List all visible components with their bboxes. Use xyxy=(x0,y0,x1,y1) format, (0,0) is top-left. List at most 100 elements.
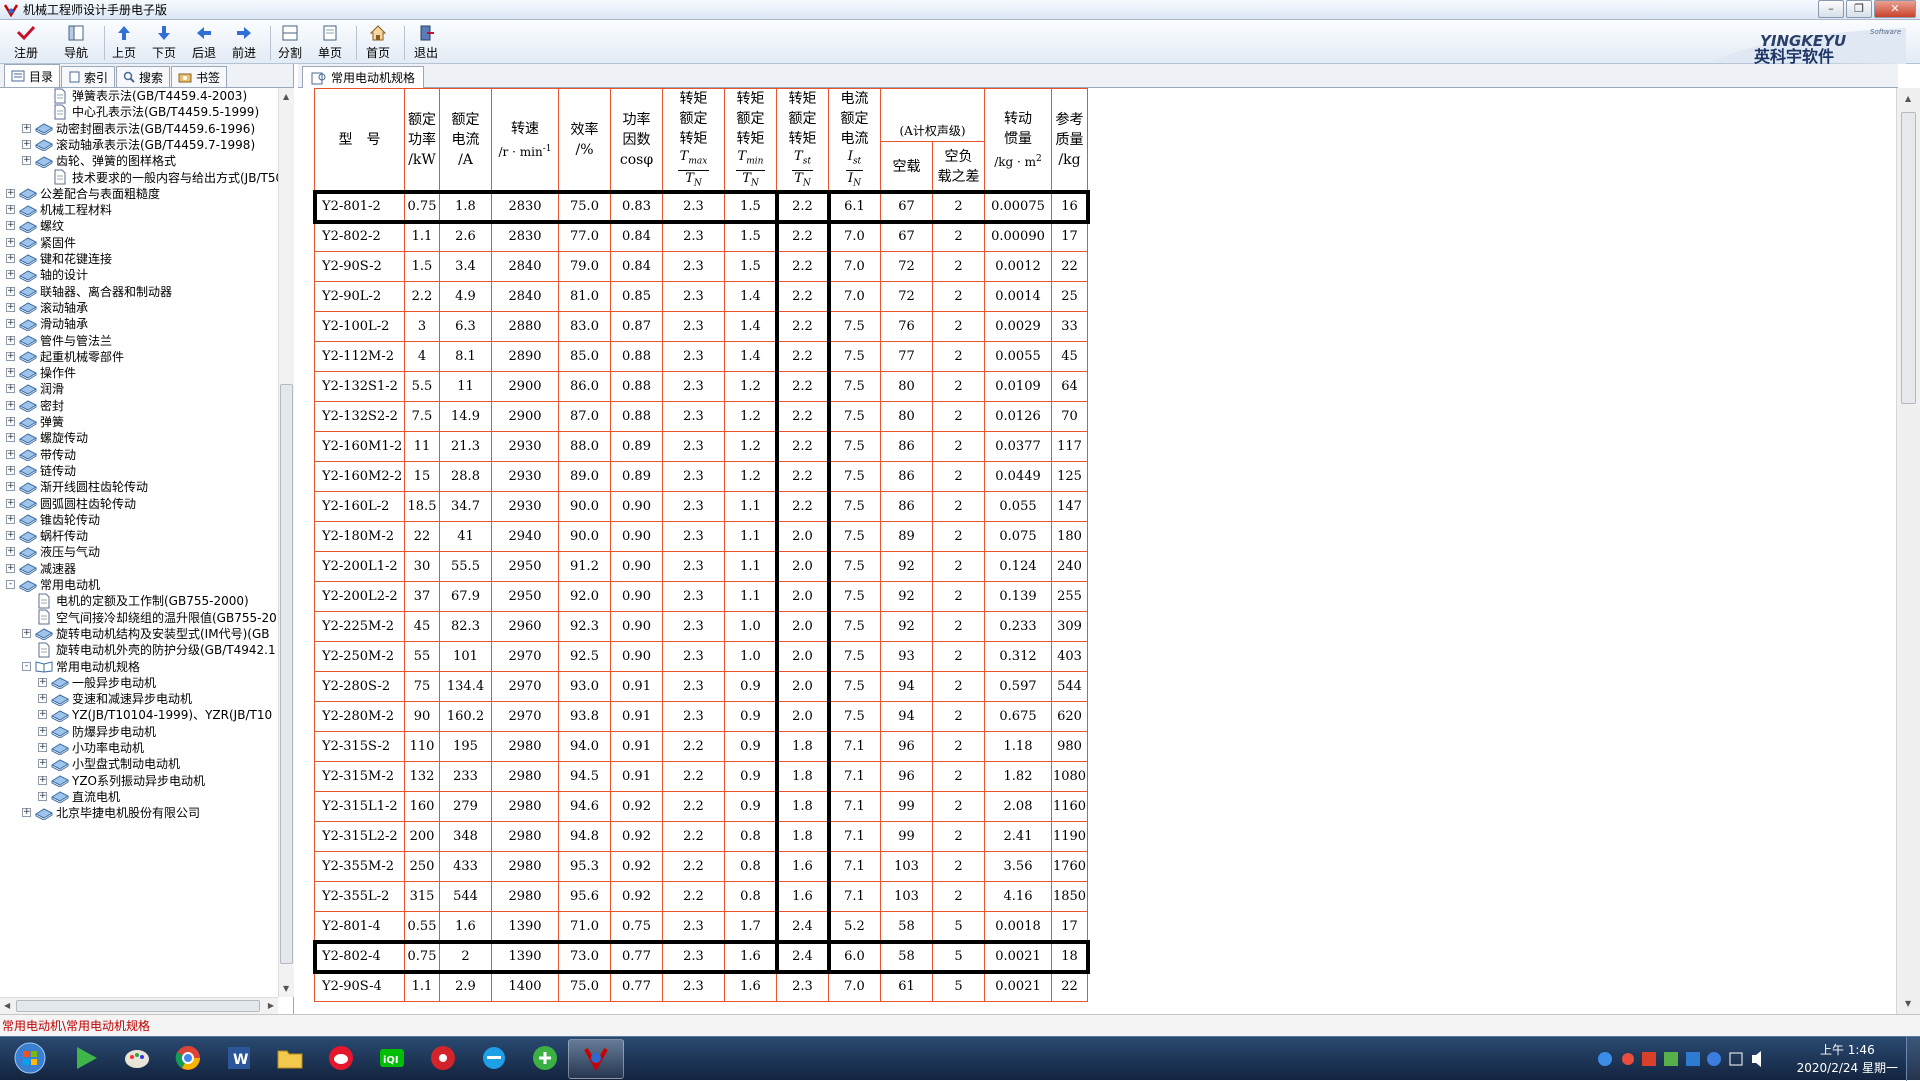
tab-search[interactable]: 搜索 xyxy=(116,66,171,87)
expand-icon[interactable]: + xyxy=(38,759,47,769)
tree-horizontal-scrollbar[interactable]: ◀ ▶ xyxy=(0,997,278,1014)
expand-icon[interactable]: + xyxy=(6,449,15,459)
cell-starting-torque-ratio: 2.0 xyxy=(776,581,829,613)
next-page-button[interactable]: 下页 xyxy=(146,22,182,62)
table-row: Y2-315L1-2 160 279 2980 94.6 0.92 2.2 0.9 1.8 7.1… xyxy=(314,791,1088,823)
cell-noise-idle: 72 xyxy=(880,281,933,313)
expand-icon[interactable]: + xyxy=(6,205,15,215)
expand-icon[interactable]: + xyxy=(6,563,15,573)
expand-icon[interactable]: + xyxy=(6,335,15,345)
cell-inertia: 0.0109 xyxy=(984,371,1052,403)
page-icon xyxy=(35,642,53,658)
expand-icon[interactable]: + xyxy=(6,270,15,280)
expand-icon[interactable]: + xyxy=(38,694,47,704)
start-button[interactable] xyxy=(2,1039,58,1079)
tab-motor-specs[interactable]: 常用电动机规格 xyxy=(302,66,425,88)
expand-icon[interactable]: + xyxy=(6,351,15,361)
expand-icon[interactable]: + xyxy=(6,237,15,247)
restore-button[interactable]: ❐ xyxy=(1846,0,1872,18)
page-icon xyxy=(51,169,69,185)
cell-power: 250 xyxy=(404,851,440,883)
expand-icon[interactable]: + xyxy=(6,547,15,557)
cell-starting-torque-ratio: 2.2 xyxy=(776,431,829,463)
taskbar-app-paint[interactable] xyxy=(109,1039,165,1079)
expand-icon[interactable]: + xyxy=(38,791,47,801)
expand-icon[interactable]: + xyxy=(38,710,47,720)
expand-icon[interactable]: + xyxy=(6,188,15,198)
expand-icon[interactable]: + xyxy=(6,465,15,475)
register-button[interactable]: 注册 xyxy=(8,22,44,62)
taskbar-app-word[interactable]: W xyxy=(211,1039,267,1079)
tab-bookmarks[interactable]: 书签 xyxy=(171,66,228,87)
clock[interactable]: 上午 1:46 2020/2/24 星期一 xyxy=(1797,1041,1898,1077)
tab-index[interactable]: 索引 xyxy=(61,66,116,87)
document-vertical-scrollbar[interactable]: ▲ ▼ xyxy=(1896,88,1920,1014)
forward-button[interactable]: 前进 xyxy=(226,22,262,62)
back-button[interactable]: 后退 xyxy=(186,22,222,62)
home-button[interactable]: 首页 xyxy=(360,22,396,62)
expand-icon[interactable]: + xyxy=(38,726,47,736)
show-desktop-button[interactable] xyxy=(1906,1037,1920,1081)
collapse-icon[interactable]: - xyxy=(22,661,31,671)
taskbar-app-media-player[interactable] xyxy=(58,1039,114,1079)
expand-icon[interactable]: + xyxy=(6,417,15,426)
tree-item[interactable]: + 北京毕捷电机股份有限公司 xyxy=(22,803,200,822)
expand-icon[interactable]: + xyxy=(6,531,15,541)
cell-mass: 70 xyxy=(1051,401,1088,433)
cell-efficiency: 94.0 xyxy=(558,731,611,763)
expand-icon[interactable]: + xyxy=(6,302,15,312)
close-button[interactable]: ✕ xyxy=(1874,0,1916,18)
taskbar-app-file-explorer[interactable] xyxy=(262,1039,318,1079)
expand-icon[interactable]: + xyxy=(22,628,31,638)
tab-contents[interactable]: 目录 xyxy=(4,64,61,87)
cell-max-torque-ratio: 2.3 xyxy=(662,191,725,223)
taskbar-app-iqiyi[interactable]: iQI xyxy=(364,1039,420,1079)
expand-icon[interactable]: + xyxy=(22,808,31,818)
expand-icon[interactable]: + xyxy=(6,514,15,524)
cell-inertia: 4.16 xyxy=(984,881,1052,913)
collapse-icon[interactable]: - xyxy=(6,580,15,589)
cell-inertia: 1.82 xyxy=(984,761,1052,793)
cell-efficiency: 75.0 xyxy=(558,191,611,223)
document-scroll-thumb[interactable] xyxy=(1901,112,1916,404)
expand-icon[interactable]: + xyxy=(22,123,31,133)
tree-scroll-thumb[interactable] xyxy=(280,384,293,964)
tree-hscroll-thumb[interactable] xyxy=(16,1000,260,1012)
expand-icon[interactable]: + xyxy=(6,482,15,492)
expand-icon[interactable]: + xyxy=(38,677,47,687)
split-button[interactable]: 分割 xyxy=(272,22,308,62)
prev-page-button[interactable]: 上页 xyxy=(106,22,142,62)
expand-icon[interactable]: + xyxy=(22,156,31,166)
expand-icon[interactable]: + xyxy=(38,775,47,785)
expand-icon[interactable]: + xyxy=(6,400,15,410)
taskbar-app-shield-browser[interactable] xyxy=(517,1039,573,1079)
taskbar-app-handbook-app[interactable] xyxy=(568,1039,624,1079)
taskbar-app-weibo[interactable] xyxy=(313,1039,369,1079)
taskbar-app-ie[interactable] xyxy=(466,1039,522,1079)
expand-icon[interactable]: + xyxy=(6,254,15,263)
single-page-button[interactable]: 单页 xyxy=(312,22,348,62)
cell-inertia: 1.18 xyxy=(984,731,1052,763)
cell-noise-idle: 76 xyxy=(880,311,933,343)
expand-icon[interactable]: + xyxy=(6,221,15,231)
tree-vertical-scrollbar[interactable]: ▲ ▼ xyxy=(278,88,294,997)
expand-icon[interactable]: + xyxy=(6,368,15,378)
expand-icon[interactable]: + xyxy=(6,433,15,443)
nav-button[interactable]: 导航 xyxy=(58,22,94,62)
taskbar-app-chrome[interactable] xyxy=(160,1039,216,1079)
expand-icon[interactable]: + xyxy=(6,286,15,296)
expand-icon[interactable]: + xyxy=(6,384,15,394)
expand-icon[interactable]: + xyxy=(6,319,15,329)
search-icon xyxy=(123,71,135,83)
cell-starting-current-ratio: 6.0 xyxy=(828,941,881,973)
cell-efficiency: 93.8 xyxy=(558,701,611,733)
expand-icon[interactable]: + xyxy=(6,498,15,508)
page-icon xyxy=(51,88,69,104)
exit-button[interactable]: 退出 xyxy=(408,22,444,62)
taskbar-app-pinwheel-app[interactable] xyxy=(415,1039,471,1079)
expand-icon[interactable]: + xyxy=(38,743,47,752)
book-icon xyxy=(19,332,37,348)
open-book-icon xyxy=(35,658,53,674)
expand-icon[interactable]: + xyxy=(22,139,31,149)
minimize-button[interactable]: – xyxy=(1818,0,1844,18)
